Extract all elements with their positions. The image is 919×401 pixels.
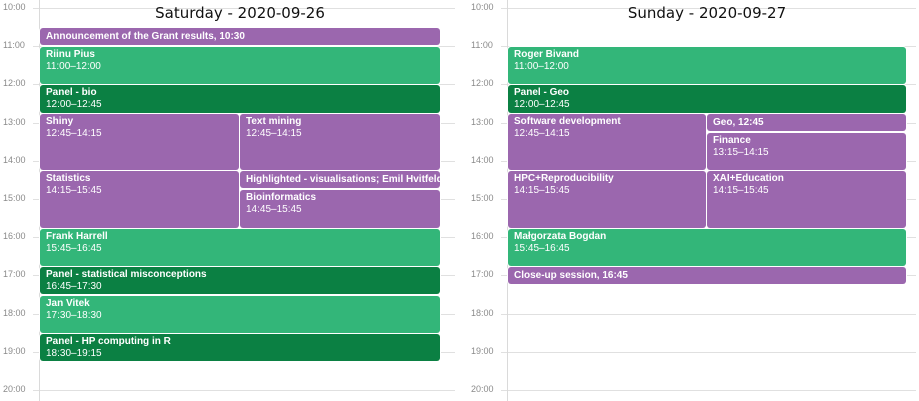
hour-label: 17:00	[471, 269, 494, 280]
hour-label: 14:00	[471, 154, 494, 165]
event-title: Panel - Geo	[514, 87, 570, 99]
hour-label: 12:00	[471, 78, 494, 89]
day-column: 10:00 11:00 12:00 13:00 14:00 15:00 16:00 17:00…	[0, 0, 919, 401]
hour-label: 18:00	[471, 307, 494, 318]
event-time: 11:00–12:00	[514, 61, 569, 73]
event-time: 15:45–16:45	[514, 242, 570, 254]
hour-label: 15:00	[471, 193, 494, 203]
event-title: Małgorzata Bogdan	[514, 230, 607, 242]
calendar-event[interactable]: Panel - Geo 12:00–12:45	[508, 85, 906, 114]
hour-label: 13:00	[471, 116, 494, 127]
calendar-event[interactable]: Roger Bivand 11:00–12:00	[508, 47, 906, 85]
event-title: Close-up session, 16:45	[514, 269, 628, 281]
calendar-event[interactable]: Software development 12:45–14:15	[508, 114, 706, 171]
hour-label: 10:00	[471, 2, 494, 12]
day-title: Sunday - 2020-09-27	[627, 4, 787, 22]
hour-gridline	[501, 351, 916, 353]
calendar-event[interactable]: Close-up session, 16:45	[508, 266, 906, 284]
event-time: 14:15–15:45	[514, 185, 570, 197]
event-title: Finance	[713, 135, 751, 147]
hour-label: 20:00	[471, 384, 494, 394]
hour-gridline	[501, 390, 916, 391]
event-title: XAI+Education	[713, 173, 784, 185]
calendar-event[interactable]: Geo, 12:45	[707, 114, 906, 132]
event-time: 14:15–15:45	[713, 185, 769, 197]
calendar-event[interactable]: Małgorzata Bogdan 15:45–16:45	[508, 228, 906, 266]
event-title: Roger Bivand	[514, 49, 580, 61]
event-title: Software development	[514, 116, 621, 128]
hour-label: 11:00	[471, 40, 493, 51]
event-title: Geo, 12:45	[713, 117, 764, 129]
hour-gridline	[501, 313, 916, 315]
calendar-event[interactable]: XAI+Education 14:15–15:45	[707, 171, 906, 228]
event-time: 13:15–14:15	[713, 147, 769, 159]
hour-label: 16:00	[471, 231, 494, 242]
event-time: 12:00–12:45	[514, 99, 570, 111]
event-time: 12:45–14:15	[514, 128, 570, 140]
calendar-event[interactable]: Finance 13:15–14:15	[707, 133, 906, 171]
calendar-event[interactable]: HPC+Reproducibility 14:15–15:45	[508, 171, 706, 228]
event-title: HPC+Reproducibility	[514, 173, 614, 185]
hour-label: 19:00	[471, 345, 494, 356]
